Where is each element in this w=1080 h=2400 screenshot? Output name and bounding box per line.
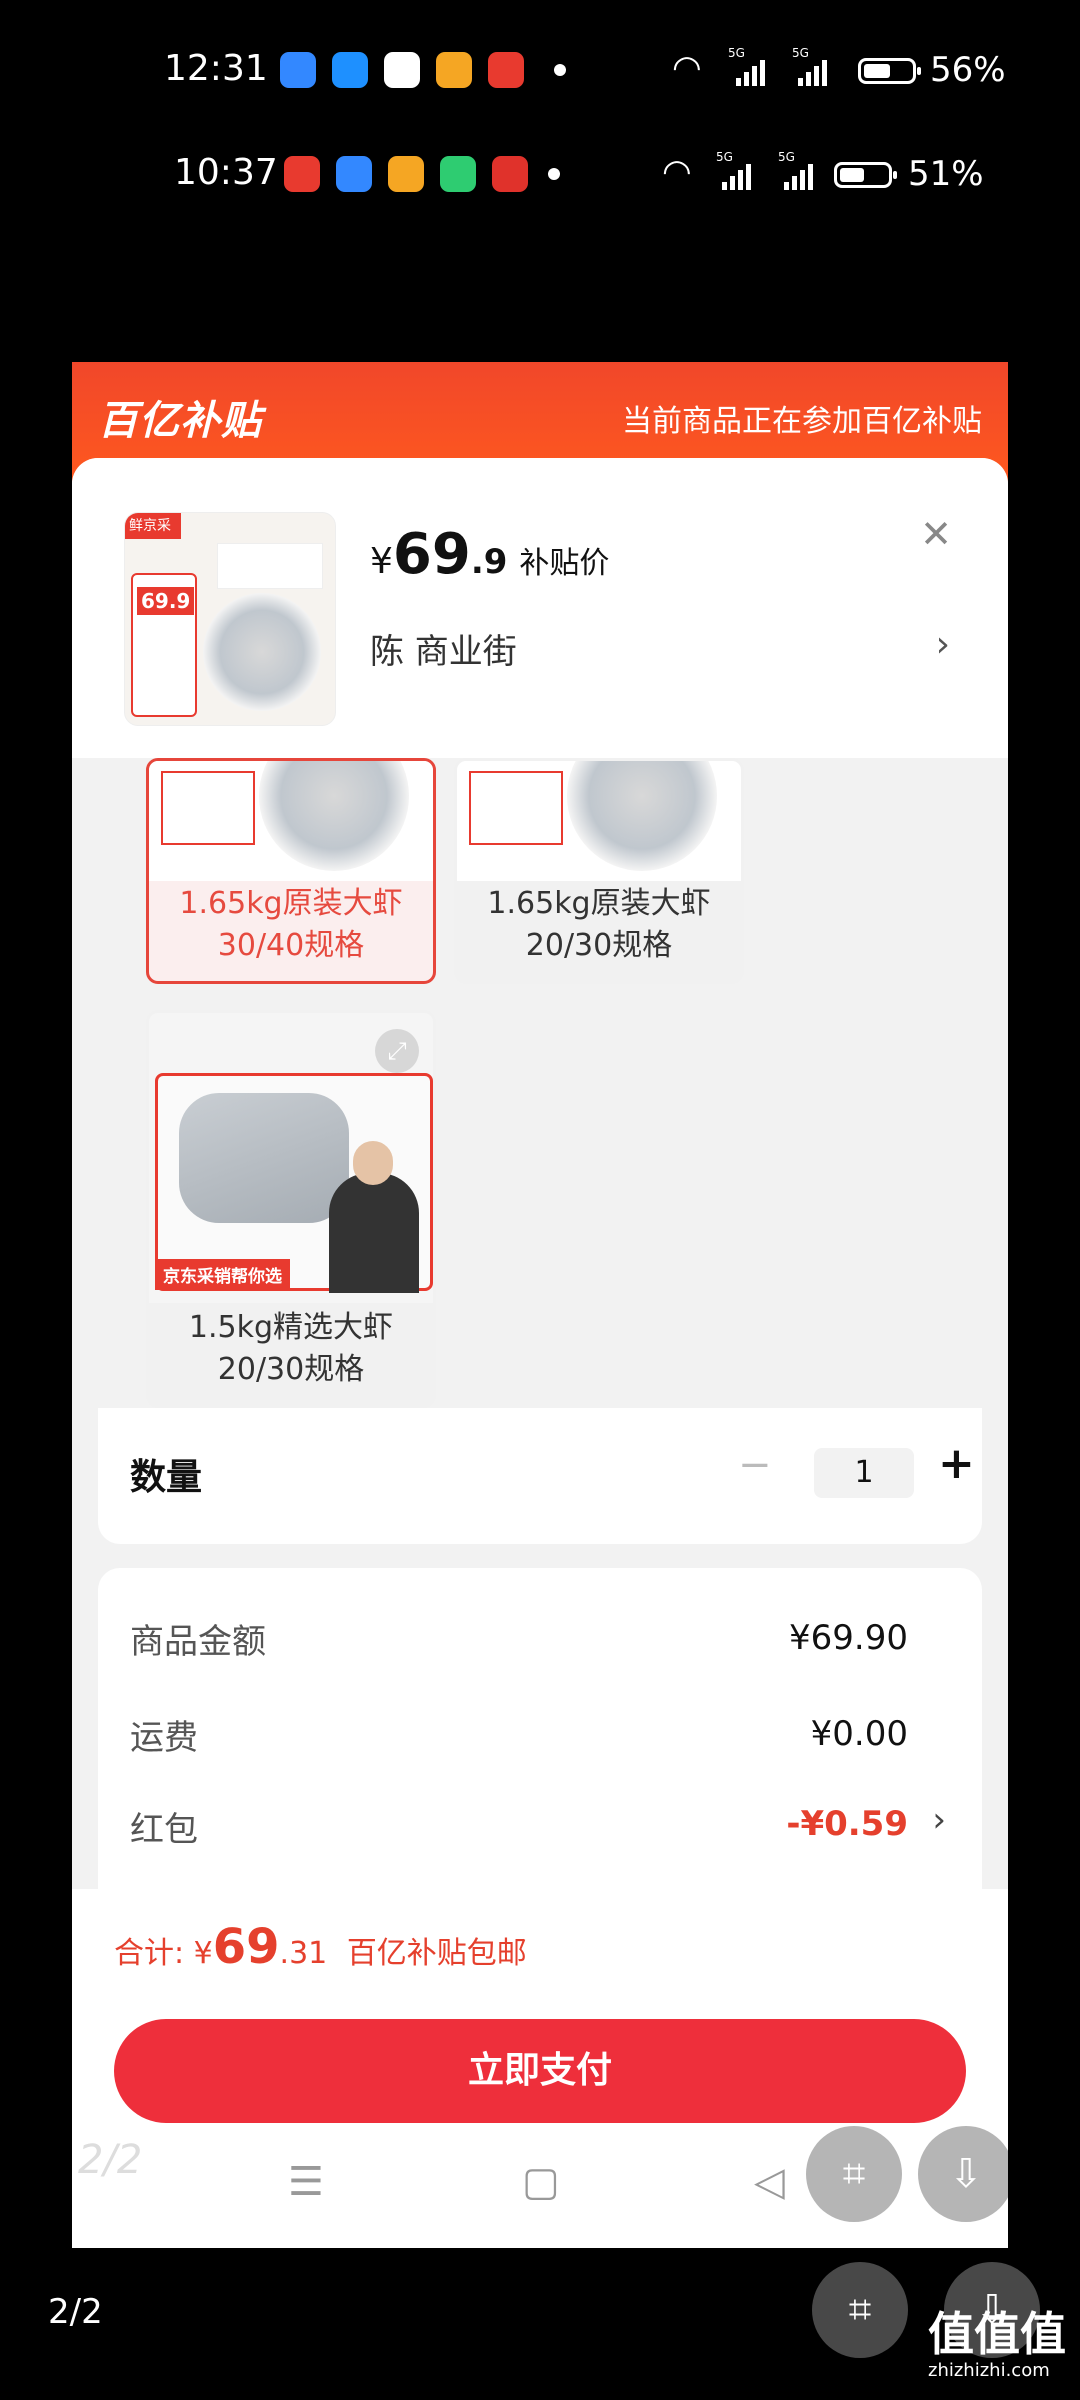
variant-label-line1: 1.65kg原装大虾 <box>179 886 403 921</box>
page-counter-outer: 2/2 <box>48 2292 103 2332</box>
quantity-label: 数量 <box>130 1457 203 1498</box>
cost-value-redpacket[interactable]: -¥0.59 <box>786 1804 908 1844</box>
chevron-right-icon[interactable]: › <box>932 1800 946 1840</box>
purchase-sheet: 鲜京采 69.9 ¥69.9 补贴价 ✕ 陈 商业街 › 1.65kg原装大虾 3… <box>72 458 1008 2248</box>
screenshot-scan-icon[interactable]: ⌗ <box>806 2126 902 2222</box>
shopping-app-icon <box>284 156 320 192</box>
product-header: 鲜京采 69.9 ¥69.9 补贴价 ✕ 陈 商业街 › <box>72 458 1008 758</box>
cost-value-goods: ¥69.90 <box>789 1618 908 1658</box>
product-price: ¥69.9 补贴价 <box>370 522 610 587</box>
download-icon[interactable]: ⇩ <box>918 2126 1008 2222</box>
baidu-app-icon <box>280 52 316 88</box>
product-thumbnail[interactable]: 鲜京采 69.9 <box>124 512 336 726</box>
variant-option-1[interactable]: 1.65kg原装大虾 30/40规格 <box>146 758 436 984</box>
quantity-plus-button[interactable]: + <box>938 1438 975 1489</box>
notification-dot <box>548 168 560 180</box>
signal-label-2: 5G <box>778 150 795 164</box>
shrimp-image <box>179 1093 349 1223</box>
variant-image-caption: 京东采销帮你选 <box>155 1259 290 1290</box>
screenshot-scan-icon[interactable]: ⌗ <box>812 2262 908 2358</box>
app-screen: 百亿补贴 当前商品正在参加百亿补贴 鲜京采 69.9 ¥69.9 补贴价 ✕ 陈 … <box>72 362 1008 2248</box>
status-time: 10:37 <box>174 152 278 193</box>
signal-label-1: 5G <box>728 46 745 60</box>
notification-dot <box>554 64 566 76</box>
status-time: 12:31 <box>164 48 268 89</box>
thumb-price: 69.9 <box>137 587 195 615</box>
signal-label-2: 5G <box>792 46 809 60</box>
battery-icon <box>834 162 897 188</box>
shopping-app-icon <box>488 52 524 88</box>
site-watermark: 值值值 <box>928 2307 1066 2361</box>
price-tag: 补贴价 <box>519 546 610 581</box>
cost-summary: 商品金额 ¥69.90 运费 ¥0.00 红包 -¥0.59 › <box>98 1568 982 1889</box>
site-watermark-url: zhizhizhi.com <box>928 2360 1050 2381</box>
battery-percent: 51% <box>908 154 984 194</box>
quantity-row: 数量 − 1 + <box>98 1408 982 1544</box>
variant-label-line1: 1.65kg原装大虾 <box>487 886 711 921</box>
variant-label-line2: 20/30规格 <box>217 1352 365 1387</box>
quantity-value[interactable]: 1 <box>814 1448 914 1498</box>
variant-label-line2: 20/30规格 <box>525 928 673 963</box>
cost-label-goods: 商品金额 <box>130 1622 266 1662</box>
subsidy-logo: 百亿补贴 <box>98 398 262 444</box>
music-app-icon <box>440 156 476 192</box>
cost-label-shipping: 运费 <box>130 1718 198 1758</box>
signal-label-1: 5G <box>716 150 733 164</box>
wifi-icon: ◠ <box>662 152 692 192</box>
variant-option-3[interactable]: 京东采销帮你选 ⤢ 1.5kg精选大虾 20/30规格 <box>146 1010 436 1408</box>
thumb-brand: 鲜京采 <box>129 518 171 534</box>
signal-bars-1-icon <box>722 164 751 190</box>
order-total: 合计: ¥69.31 百亿补贴包邮 <box>114 1919 527 1975</box>
wechat-app-icon <box>384 52 420 88</box>
close-icon[interactable]: ✕ <box>920 512 952 556</box>
variant-option-2[interactable]: 1.65kg原装大虾 20/30规格 <box>454 758 744 984</box>
battery-percent: 56% <box>930 50 1006 90</box>
back-triangle-icon[interactable]: ◁ <box>754 2159 785 2205</box>
chevron-right-icon[interactable]: › <box>936 624 950 665</box>
weibo-app-icon <box>388 156 424 192</box>
cost-value-shipping: ¥0.00 <box>810 1714 908 1754</box>
expand-image-icon[interactable]: ⤢ <box>375 1029 419 1073</box>
pinduoduo-app-icon <box>492 156 528 192</box>
pay-now-button[interactable]: 立即支付 <box>114 2019 966 2123</box>
battery-icon <box>858 58 921 84</box>
cost-label-redpacket: 红包 <box>130 1810 198 1850</box>
baidu-app-icon <box>336 156 372 192</box>
signal-bars-1-icon <box>736 60 765 86</box>
search-app-icon <box>332 52 368 88</box>
person-image <box>329 1173 419 1293</box>
variant-label-line2: 30/40规格 <box>217 928 365 963</box>
weibo-app-icon <box>436 52 472 88</box>
menu-icon[interactable]: ☰ <box>288 2159 324 2205</box>
quantity-minus-button[interactable]: − <box>738 1442 772 1488</box>
signal-bars-2-icon <box>798 60 827 86</box>
status-bar-top: 12:31 ◠ 5G 5G 56% <box>0 38 1080 108</box>
page-counter-inner: 2/2 <box>78 2137 143 2183</box>
delivery-address[interactable]: 陈 商业街 <box>370 624 517 673</box>
signal-bars-2-icon <box>784 164 813 190</box>
wifi-icon: ◠ <box>672 48 702 88</box>
home-square-icon[interactable]: ▢ <box>522 2159 560 2205</box>
subsidy-notice: 当前商品正在参加百亿补贴 <box>622 404 982 439</box>
status-bar-second: 10:37 ◠ 5G 5G 51% <box>0 142 1080 212</box>
variant-label-line1: 1.5kg精选大虾 <box>188 1310 394 1345</box>
shrimp-plate-image <box>203 593 321 711</box>
